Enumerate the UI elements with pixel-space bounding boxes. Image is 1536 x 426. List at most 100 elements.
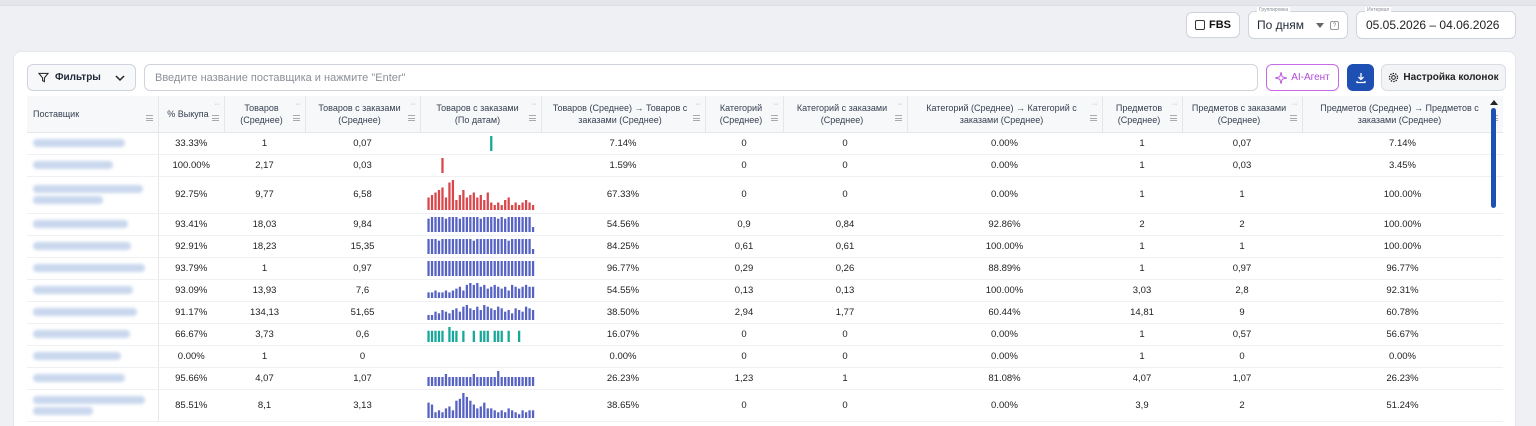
column-menu-icon[interactable] xyxy=(770,115,778,121)
redacted-supplier-name xyxy=(33,160,113,169)
table-row[interactable]: 93.09% 13,93 7,6 54.55% 0,13 0,13 100.00% 3,03 2… xyxy=(27,279,1503,302)
table-row[interactable]: 91.17% 134,13 51,65 38.50% 2,94 1,77 60.44% 14,… xyxy=(27,301,1503,324)
table-row[interactable]: 0.00% 1 0 0.00% 0 0 0.00% 1 0 0.00% xyxy=(27,345,1503,368)
sparkline-bar xyxy=(486,288,489,298)
supplier-name-cell[interactable] xyxy=(27,176,159,214)
column-header-items-orders[interactable]: Предметов с заказами (Среднее) ··· xyxy=(1182,96,1303,133)
column-menu-icon[interactable] xyxy=(528,115,536,121)
column-menu-icon[interactable] xyxy=(1089,115,1097,121)
sparkline-bar xyxy=(437,190,440,210)
ai-agent-button[interactable]: AI-Агент xyxy=(1266,64,1339,91)
sparkline-bar xyxy=(454,200,458,210)
cell-items: 2 xyxy=(1102,213,1182,236)
column-menu-icon[interactable] xyxy=(145,115,153,121)
cell-cats-orders: 0 xyxy=(783,154,907,177)
cell-items-conv: 100.00% xyxy=(1302,235,1503,258)
column-header-supplier[interactable]: Поставщик xyxy=(27,96,159,133)
scroll-up-icon[interactable] xyxy=(1490,100,1498,105)
column-header-goods-orders[interactable]: Товаров с заказами (Среднее) ··· xyxy=(305,96,421,133)
table-row[interactable]: 93.79% 1 0,97 96.77% 0,29 0,26 88.89% 1 0,97 96.7… xyxy=(27,257,1503,280)
more-icon[interactable]: ··· xyxy=(898,99,903,111)
table-row[interactable]: 92.91% 18,23 15,35 84.25% 0,61 0,61 100.00% 1 1 1… xyxy=(27,235,1503,258)
column-header-categories-orders[interactable]: Категорий с заказами (Среднее) ··· xyxy=(783,96,908,133)
column-settings-button[interactable]: Настройка колонок xyxy=(1381,64,1506,91)
table-row[interactable]: 92.75% 9,77 6,58 67.33% 0 0 0.00% 1 1 100.00% xyxy=(27,176,1503,214)
help-icon[interactable]: ? xyxy=(1330,20,1339,30)
sparkline-bar xyxy=(527,217,531,232)
column-header-goods-conversion[interactable]: Товаров (Среднее) → Товаров с заказами (… xyxy=(541,96,706,133)
more-icon[interactable]: ··· xyxy=(296,99,301,111)
more-icon[interactable]: ··· xyxy=(774,99,779,111)
orders-sparkline xyxy=(426,180,534,210)
supplier-name-cell[interactable] xyxy=(27,257,159,280)
more-icon[interactable]: ··· xyxy=(1093,99,1098,111)
table-row[interactable]: 33.33% 1 0,07 7.14% 0 0 0.00% 1 0,07 7.14% xyxy=(27,132,1503,155)
column-menu-icon[interactable] xyxy=(692,115,700,121)
sparkline-bar xyxy=(507,290,510,298)
interval-picker[interactable]: Интервал 05.05.2026 – 04.06.2026 xyxy=(1356,7,1516,39)
column-header-categories-conversion[interactable]: Категорий (Среднее) → Категорий с заказа… xyxy=(907,96,1103,133)
cell-buyout: 91.17% xyxy=(158,301,224,324)
supplier-name-cell[interactable] xyxy=(27,301,159,324)
column-menu-icon[interactable] xyxy=(407,115,415,121)
scrollbar-thumb[interactable] xyxy=(1491,108,1496,208)
table-row[interactable]: 100.00% 2,17 0,03 1.59% 0 0 0.00% 1 0,03 3.45% xyxy=(27,154,1503,177)
column-header-buyout[interactable]: % Выкупа ··· xyxy=(158,96,225,133)
sparkline-bar xyxy=(520,286,524,298)
more-icon[interactable]: ··· xyxy=(1293,99,1298,111)
sparkline-bar xyxy=(486,408,489,418)
column-header-items[interactable]: Предметов (Среднее) ··· xyxy=(1102,96,1183,133)
more-icon[interactable]: ··· xyxy=(1173,99,1178,111)
filters-button[interactable]: Фильтры xyxy=(27,64,136,91)
sparkline-bar xyxy=(486,261,489,276)
more-icon[interactable]: ··· xyxy=(411,99,416,111)
column-header-goods-orders-by-date[interactable]: Товаров с заказами (По датам) ··· xyxy=(420,96,542,133)
sparkline-bar xyxy=(475,283,478,298)
chevron-down-icon[interactable] xyxy=(1316,22,1324,28)
supplier-name-cell[interactable] xyxy=(27,345,159,368)
redacted-supplier-name xyxy=(33,373,125,382)
supplier-name-cell[interactable] xyxy=(27,389,159,422)
supplier-name-cell[interactable] xyxy=(27,213,159,236)
sparkline-bar xyxy=(517,377,520,386)
checkbox-icon[interactable] xyxy=(1195,20,1205,30)
table-row[interactable]: 95.66% 4,07 1,07 26.23% 1,23 1 81.08% 4,07 1,07 2… xyxy=(27,367,1503,390)
orders-sparkline xyxy=(426,305,534,320)
supplier-name-cell[interactable] xyxy=(27,279,159,302)
sparkline-bar xyxy=(510,261,513,276)
column-header-goods[interactable]: Товаров (Среднее) ··· xyxy=(224,96,306,133)
supplier-search-input[interactable] xyxy=(144,64,1258,91)
sparkline-bar xyxy=(493,205,496,210)
sparkline-bar xyxy=(517,414,520,418)
download-button[interactable] xyxy=(1347,64,1374,91)
more-icon[interactable]: ··· xyxy=(532,99,537,111)
supplier-name-cell[interactable] xyxy=(27,132,159,155)
cell-goods-conv: 54.56% xyxy=(541,213,705,236)
table-row[interactable]: 66.67% 3,73 0,6 16.07% 0 0 0.00% 1 0,57 56.67% xyxy=(27,323,1503,346)
column-menu-icon[interactable] xyxy=(1289,115,1297,121)
column-menu-icon[interactable] xyxy=(894,115,902,121)
grouping-select[interactable]: Группировка По дням ? xyxy=(1248,7,1348,39)
cell-cats-conv: 92.86% xyxy=(907,213,1102,236)
column-menu-icon[interactable] xyxy=(211,115,219,121)
table-row[interactable]: 93.41% 18,03 9,84 54.56% 0,9 0,84 92.86% 2 2 100.… xyxy=(27,213,1503,236)
supplier-name-cell[interactable] xyxy=(27,367,159,390)
scrollbar[interactable] xyxy=(1490,100,1498,424)
supplier-name-cell[interactable] xyxy=(27,323,159,346)
redacted-supplier-name xyxy=(33,329,130,338)
supplier-name-cell[interactable] xyxy=(27,154,159,177)
sparkline-bar xyxy=(489,308,492,320)
column-header-categories[interactable]: Категорий (Среднее) ··· xyxy=(705,96,784,133)
column-menu-icon[interactable] xyxy=(292,115,300,121)
fbs-toggle[interactable]: FBS xyxy=(1186,12,1240,38)
more-icon[interactable]: ··· xyxy=(696,99,701,111)
cell-items-conv: 96.77% xyxy=(1302,257,1503,280)
sparkline-bar xyxy=(433,377,437,386)
table-row[interactable]: 85.51% 8,1 3,13 38.65% 0 0 0.00% 3,9 2 51.24% xyxy=(27,389,1503,422)
more-icon[interactable]: ··· xyxy=(215,99,220,111)
column-header-items-conversion[interactable]: Предметов (Среднее) → Предметов с заказа… xyxy=(1302,96,1503,133)
cell-cats-orders: 0,26 xyxy=(783,257,907,280)
column-header-label: Товаров с заказами (По датам) xyxy=(436,102,519,125)
column-menu-icon[interactable] xyxy=(1169,115,1177,121)
supplier-name-cell[interactable] xyxy=(27,235,159,258)
